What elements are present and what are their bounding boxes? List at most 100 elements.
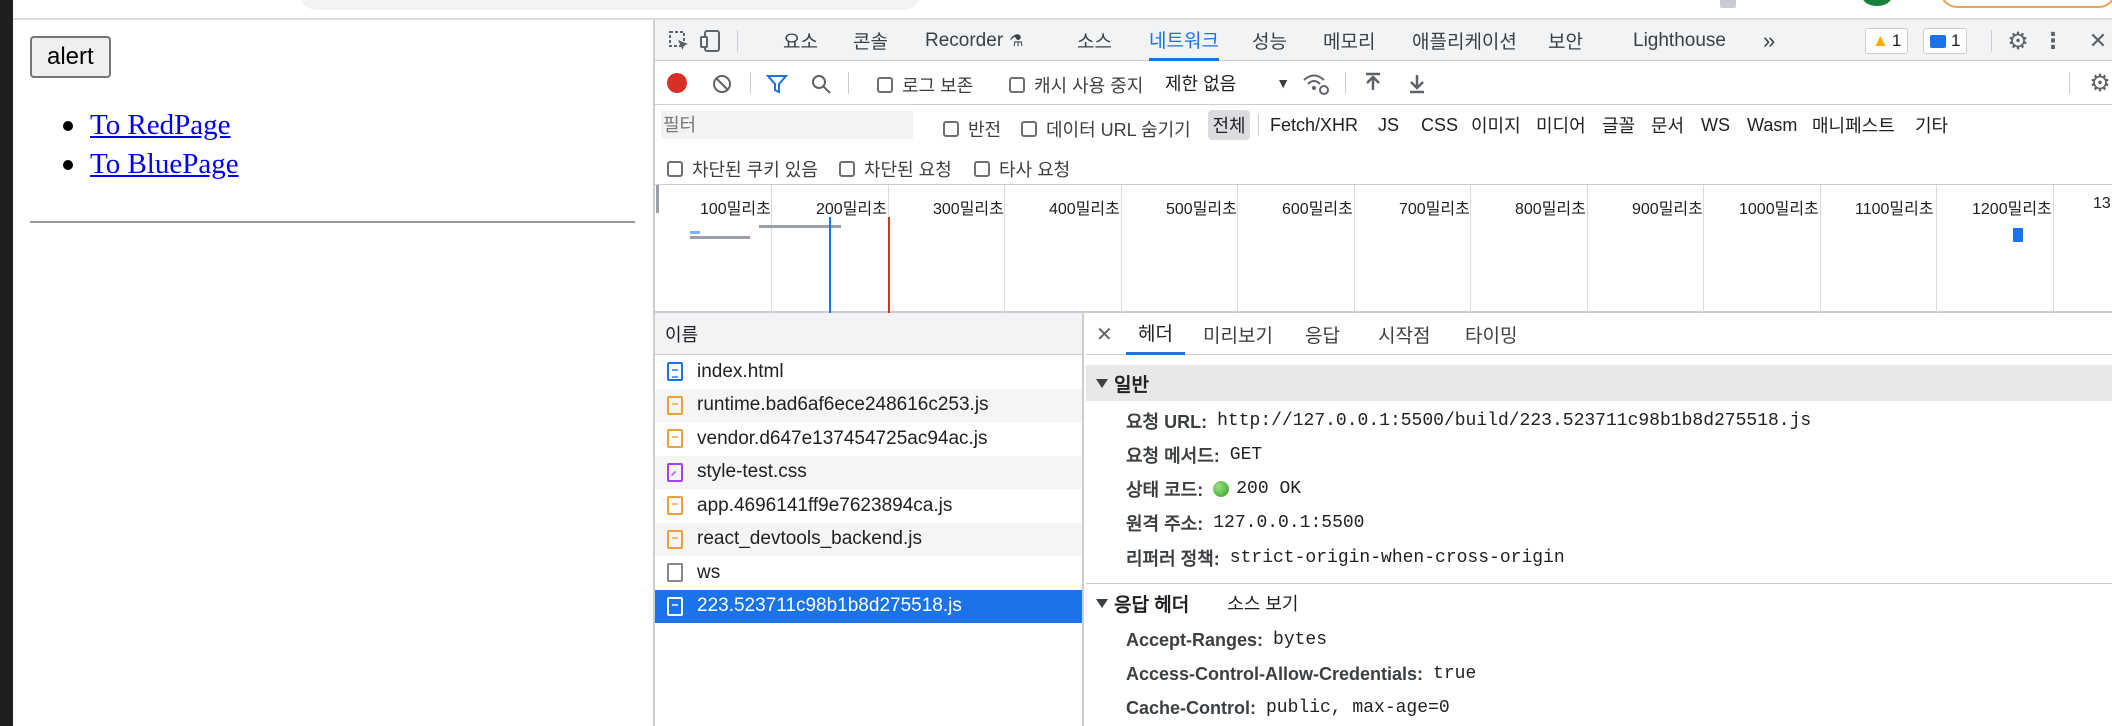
filter-icon[interactable] bbox=[765, 72, 789, 96]
type-filter-media[interactable]: 미디어 bbox=[1536, 105, 1586, 145]
request-name: 223.523711c98b1b8d275518.js bbox=[697, 595, 962, 617]
type-filter-js[interactable]: JS bbox=[1378, 105, 1399, 145]
tab-sources[interactable]: 소스 bbox=[1077, 20, 1112, 61]
request-row[interactable]: ws bbox=[655, 556, 1082, 590]
tab-elements[interactable]: 요소 bbox=[783, 20, 818, 61]
profile-avatar[interactable] bbox=[1862, 0, 1892, 6]
checkbox-box[interactable] bbox=[1021, 121, 1037, 137]
response-headers-title: 응답 헤더 bbox=[1114, 594, 1190, 616]
blocked-requests-checkbox[interactable]: 차단된 요청 bbox=[839, 156, 952, 182]
divider bbox=[848, 72, 849, 94]
tab-application[interactable]: 애플리케이션 bbox=[1412, 20, 1517, 61]
divider bbox=[1258, 114, 1259, 136]
clear-icon[interactable] bbox=[711, 73, 733, 95]
timeline-gridline bbox=[1004, 185, 1005, 313]
name-column-header[interactable]: 이름 bbox=[655, 313, 1082, 355]
tab-initiator[interactable]: 시작점 bbox=[1378, 313, 1430, 355]
more-tabs-icon[interactable]: » bbox=[1763, 20, 1775, 61]
request-row[interactable]: index.html bbox=[655, 355, 1082, 389]
kebab-menu-icon[interactable]: ⋮ bbox=[2042, 28, 2064, 54]
triangle-down-icon bbox=[1096, 378, 1108, 388]
type-filter-other[interactable]: 기타 bbox=[1915, 105, 1948, 145]
throttling-select[interactable]: 제한 없음 ▼ bbox=[1165, 72, 1290, 94]
tab-security[interactable]: 보안 bbox=[1548, 20, 1583, 61]
import-har-icon[interactable] bbox=[1361, 71, 1385, 95]
devtools-panel: 요소 콘솔 Recorder ⚗ 소스 네트워크 성능 메모리 애플리케이션 보안… bbox=[653, 20, 2112, 726]
checkbox-box[interactable] bbox=[839, 161, 855, 177]
checkbox-box[interactable] bbox=[943, 121, 959, 137]
response-headers-section-header[interactable]: 응답 헤더 소스 보기 bbox=[1086, 585, 2112, 621]
remote-address-row: 원격 주소: 127.0.0.1:5500 bbox=[1126, 508, 1364, 538]
type-filter-manifest[interactable]: 매니페스트 bbox=[1812, 105, 1895, 145]
hide-data-urls-checkbox[interactable]: 데이터 URL 숨기기 bbox=[1021, 116, 1191, 142]
request-row[interactable]: vendor.d647e137454725ac94ac.js bbox=[655, 422, 1082, 456]
tab-console[interactable]: 콘솔 bbox=[853, 20, 888, 61]
filter-input[interactable] bbox=[661, 111, 913, 139]
checkbox-box[interactable] bbox=[877, 77, 893, 93]
third-party-checkbox[interactable]: 타사 요청 bbox=[974, 156, 1070, 182]
timeline-tick-label: 500밀리초 bbox=[1166, 201, 1237, 218]
blocked-cookies-checkbox[interactable]: 차단된 쿠키 있음 bbox=[667, 156, 818, 182]
tab-response[interactable]: 응답 bbox=[1305, 313, 1340, 355]
toolbar-icon[interactable] bbox=[1720, 0, 1736, 8]
type-filter-image[interactable]: 이미지 bbox=[1471, 105, 1521, 145]
type-filter-fetch-xhr[interactable]: Fetch/XHR bbox=[1270, 105, 1358, 145]
type-filter-ws[interactable]: WS bbox=[1701, 105, 1730, 145]
address-bar[interactable] bbox=[300, 0, 920, 10]
checkbox-box[interactable] bbox=[1009, 77, 1025, 93]
tab-preview[interactable]: 미리보기 bbox=[1203, 313, 1273, 355]
timeline-tick-label: 13 bbox=[2093, 195, 2111, 212]
throttling-value: 제한 없음 bbox=[1165, 74, 1237, 94]
tab-network[interactable]: 네트워크 bbox=[1149, 20, 1219, 61]
close-details-icon[interactable]: ✕ bbox=[1096, 313, 1113, 355]
checkbox-box[interactable] bbox=[974, 161, 990, 177]
header-name: Cache-Control: bbox=[1126, 697, 1256, 718]
message-counter[interactable]: 1 bbox=[1923, 28, 1968, 54]
tab-timing[interactable]: 타이밍 bbox=[1465, 313, 1517, 355]
type-filter-doc[interactable]: 문서 bbox=[1651, 105, 1684, 145]
blue-page-link[interactable]: To BluePage bbox=[90, 148, 239, 181]
device-toolbar-icon[interactable] bbox=[699, 28, 725, 54]
tab-performance[interactable]: 성능 bbox=[1252, 20, 1287, 61]
red-page-link[interactable]: To RedPage bbox=[90, 109, 231, 142]
general-title: 일반 bbox=[1114, 374, 1149, 396]
type-filter-css[interactable]: CSS bbox=[1421, 105, 1458, 145]
request-row[interactable]: app.4696141ff9e7623894ca.js bbox=[655, 489, 1082, 523]
settings-gear-icon[interactable]: ⚙ bbox=[2005, 28, 2031, 55]
close-devtools-icon[interactable]: ✕ bbox=[2085, 28, 2111, 54]
general-section-header[interactable]: 일반 bbox=[1086, 365, 2112, 401]
export-har-icon[interactable] bbox=[1405, 71, 1429, 95]
inspect-element-icon[interactable] bbox=[667, 29, 691, 53]
preserve-log-checkbox[interactable]: 로그 보존 bbox=[877, 72, 973, 98]
html-file-icon bbox=[667, 362, 683, 382]
type-filter-font[interactable]: 글꼴 bbox=[1602, 105, 1635, 145]
checkbox-box[interactable] bbox=[667, 161, 683, 177]
network-overview-timeline[interactable]: 100밀리초 200밀리초 300밀리초 400밀리초 500밀리초 600밀리… bbox=[655, 185, 2112, 313]
tab-recorder[interactable]: Recorder ⚗ bbox=[925, 20, 1024, 61]
type-filter-wasm[interactable]: Wasm bbox=[1747, 105, 1797, 145]
request-row[interactable]: style-test.css bbox=[655, 455, 1082, 489]
tab-lighthouse[interactable]: Lighthouse bbox=[1633, 20, 1726, 61]
type-filter-all[interactable]: 전체 bbox=[1208, 110, 1250, 140]
network-conditions-icon[interactable] bbox=[1301, 71, 1331, 97]
third-party-label: 타사 요청 bbox=[999, 160, 1071, 180]
tab-headers[interactable]: 헤더 bbox=[1126, 313, 1185, 355]
request-name: style-test.css bbox=[697, 461, 807, 483]
record-icon[interactable] bbox=[667, 73, 687, 93]
request-row[interactable]: 223.523711c98b1b8d275518.js bbox=[655, 589, 1082, 623]
disable-cache-checkbox[interactable]: 캐시 사용 중지 bbox=[1009, 72, 1143, 98]
network-settings-gear-icon[interactable]: ⚙ bbox=[2087, 70, 2112, 97]
tab-memory[interactable]: 메모리 bbox=[1323, 20, 1375, 61]
update-button[interactable] bbox=[1940, 0, 2112, 8]
header-value: true bbox=[1433, 664, 1477, 684]
header-value: bytes bbox=[1273, 630, 1328, 650]
timeline-gridline bbox=[1820, 185, 1821, 313]
timeline-tick-label: 1000밀리초 bbox=[1739, 201, 1819, 218]
request-row[interactable]: runtime.bad6af6ece248616c253.js bbox=[655, 388, 1082, 422]
search-icon[interactable] bbox=[809, 72, 833, 96]
request-row[interactable]: react_devtools_backend.js bbox=[655, 522, 1082, 556]
invert-checkbox[interactable]: 반전 bbox=[943, 116, 1001, 142]
alert-button[interactable]: alert bbox=[30, 36, 111, 78]
warning-counter[interactable]: ▲ 1 bbox=[1865, 28, 1909, 54]
view-source-link[interactable]: 소스 보기 bbox=[1227, 590, 1298, 616]
